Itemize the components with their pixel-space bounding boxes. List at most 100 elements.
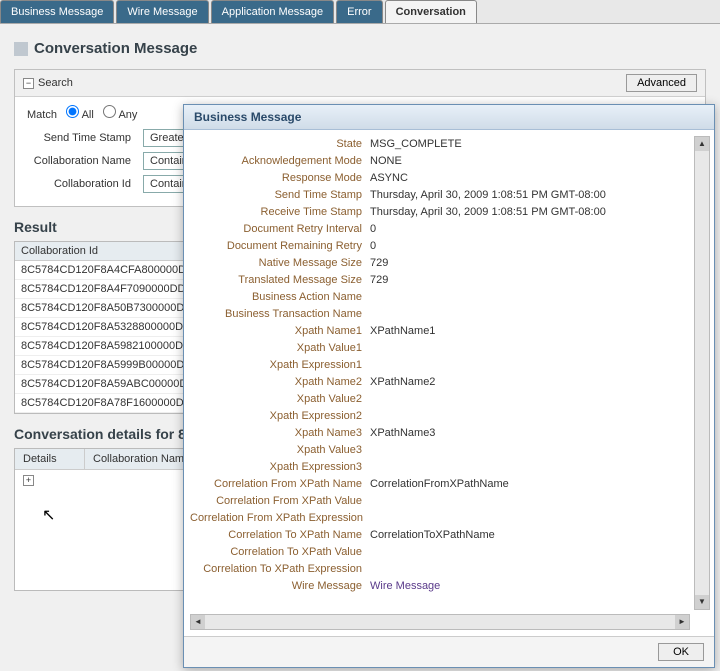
field-label: Send Time Stamp bbox=[190, 187, 370, 204]
field-label: Correlation From XPath Expression bbox=[190, 510, 370, 527]
field-row: Xpath Value1 bbox=[190, 340, 690, 357]
field-label: Xpath Value2 bbox=[190, 391, 370, 408]
field-label: State bbox=[190, 136, 370, 153]
scroll-right-icon[interactable]: ► bbox=[675, 615, 689, 629]
field-row: Correlation From XPath NameCorrelationFr… bbox=[190, 476, 690, 493]
field-label: Xpath Name2 bbox=[190, 374, 370, 391]
field-value bbox=[370, 289, 690, 306]
field-row: Xpath Expression2 bbox=[190, 408, 690, 425]
field-label: Wire Message bbox=[190, 578, 370, 595]
field-row: Xpath Name2XPathName2 bbox=[190, 374, 690, 391]
field-row: Document Remaining Retry0 bbox=[190, 238, 690, 255]
field-label: Xpath Value1 bbox=[190, 340, 370, 357]
field-value: CorrelationFromXPathName bbox=[370, 476, 690, 493]
tab-error[interactable]: Error bbox=[336, 0, 382, 23]
field-send-time-stamp-label: Send Time Stamp bbox=[27, 132, 137, 144]
field-value bbox=[370, 391, 690, 408]
collapse-icon[interactable]: − bbox=[23, 78, 34, 89]
field-value bbox=[370, 459, 690, 476]
field-row: Acknowledgement ModeNONE bbox=[190, 153, 690, 170]
field-collab-name-label: Collaboration Name bbox=[27, 155, 137, 167]
vertical-scrollbar[interactable]: ▲ ▼ bbox=[694, 136, 710, 610]
field-value: 729 bbox=[370, 255, 690, 272]
field-label: Xpath Expression3 bbox=[190, 459, 370, 476]
field-value bbox=[370, 510, 690, 527]
page-icon bbox=[14, 42, 28, 56]
field-value: ASYNC bbox=[370, 170, 690, 187]
match-all-radio[interactable] bbox=[66, 105, 79, 118]
field-row: Correlation To XPath NameCorrelationToXP… bbox=[190, 527, 690, 544]
field-row: Receive Time StampThursday, April 30, 20… bbox=[190, 204, 690, 221]
field-value bbox=[370, 306, 690, 323]
field-value bbox=[370, 561, 690, 578]
ok-button[interactable]: OK bbox=[658, 643, 704, 661]
field-value-link[interactable]: Wire Message bbox=[370, 578, 690, 595]
tab-conversation[interactable]: Conversation bbox=[385, 0, 477, 23]
scroll-up-icon[interactable]: ▲ bbox=[695, 137, 709, 151]
field-value bbox=[370, 442, 690, 459]
field-value bbox=[370, 544, 690, 561]
field-row: Send Time StampThursday, April 30, 2009 … bbox=[190, 187, 690, 204]
field-value bbox=[370, 357, 690, 374]
field-label: Xpath Name1 bbox=[190, 323, 370, 340]
field-value: 729 bbox=[370, 272, 690, 289]
field-row: Business Transaction Name bbox=[190, 306, 690, 323]
field-label: Native Message Size bbox=[190, 255, 370, 272]
match-any-radio[interactable] bbox=[103, 105, 116, 118]
field-label: Xpath Name3 bbox=[190, 425, 370, 442]
scroll-down-icon[interactable]: ▼ bbox=[695, 595, 709, 609]
field-row: Correlation To XPath Expression bbox=[190, 561, 690, 578]
field-row: Response ModeASYNC bbox=[190, 170, 690, 187]
field-row: Document Retry Interval0 bbox=[190, 221, 690, 238]
field-label: Correlation To XPath Value bbox=[190, 544, 370, 561]
tab-wire-message[interactable]: Wire Message bbox=[116, 0, 208, 23]
field-row: Xpath Name3XPathName3 bbox=[190, 425, 690, 442]
field-row: Business Action Name bbox=[190, 289, 690, 306]
field-value: NONE bbox=[370, 153, 690, 170]
field-row: Xpath Expression1 bbox=[190, 357, 690, 374]
field-label: Xpath Expression2 bbox=[190, 408, 370, 425]
field-value: MSG_COMPLETE bbox=[370, 136, 690, 153]
field-label: Business Transaction Name bbox=[190, 306, 370, 323]
field-row: Correlation From XPath Expression bbox=[190, 510, 690, 527]
horizontal-scrollbar[interactable]: ◄ ► bbox=[190, 614, 690, 630]
field-label: Correlation From XPath Name bbox=[190, 476, 370, 493]
field-label: Translated Message Size bbox=[190, 272, 370, 289]
search-title: Search bbox=[38, 77, 73, 89]
tab-bar: Business Message Wire Message Applicatio… bbox=[0, 0, 720, 24]
field-label: Document Retry Interval bbox=[190, 221, 370, 238]
scroll-left-icon[interactable]: ◄ bbox=[191, 615, 205, 629]
field-value: 0 bbox=[370, 221, 690, 238]
field-value: 0 bbox=[370, 238, 690, 255]
field-value: CorrelationToXPathName bbox=[370, 527, 690, 544]
field-row: Xpath Value2 bbox=[190, 391, 690, 408]
field-value: XPathName1 bbox=[370, 323, 690, 340]
field-row: Xpath Name1XPathName1 bbox=[190, 323, 690, 340]
field-value: Thursday, April 30, 2009 1:08:51 PM GMT-… bbox=[370, 187, 690, 204]
match-label: Match bbox=[27, 109, 57, 121]
match-all-label: All bbox=[82, 109, 94, 121]
field-row: Xpath Expression3 bbox=[190, 459, 690, 476]
field-label: Xpath Value3 bbox=[190, 442, 370, 459]
match-any-label: Any bbox=[118, 109, 137, 121]
field-row: Correlation From XPath Value bbox=[190, 493, 690, 510]
field-label: Correlation To XPath Name bbox=[190, 527, 370, 544]
field-row: Wire MessageWire Message bbox=[190, 578, 690, 595]
field-row: Native Message Size729 bbox=[190, 255, 690, 272]
field-collab-id-label: Collaboration Id bbox=[27, 178, 137, 190]
field-row: StateMSG_COMPLETE bbox=[190, 136, 690, 153]
field-label: Business Action Name bbox=[190, 289, 370, 306]
field-label: Receive Time Stamp bbox=[190, 204, 370, 221]
field-value bbox=[370, 340, 690, 357]
business-message-dialog: Business Message StateMSG_COMPLETEAcknow… bbox=[183, 104, 715, 668]
details-col-details[interactable]: Details bbox=[15, 449, 85, 469]
field-label: Correlation From XPath Value bbox=[190, 493, 370, 510]
field-value: XPathName2 bbox=[370, 374, 690, 391]
expand-icon[interactable]: + bbox=[23, 475, 34, 486]
field-label: Acknowledgement Mode bbox=[190, 153, 370, 170]
field-value: Thursday, April 30, 2009 1:08:51 PM GMT-… bbox=[370, 204, 690, 221]
tab-business-message[interactable]: Business Message bbox=[0, 0, 114, 23]
field-label: Xpath Expression1 bbox=[190, 357, 370, 374]
advanced-button[interactable]: Advanced bbox=[626, 74, 697, 92]
tab-application-message[interactable]: Application Message bbox=[211, 0, 335, 23]
